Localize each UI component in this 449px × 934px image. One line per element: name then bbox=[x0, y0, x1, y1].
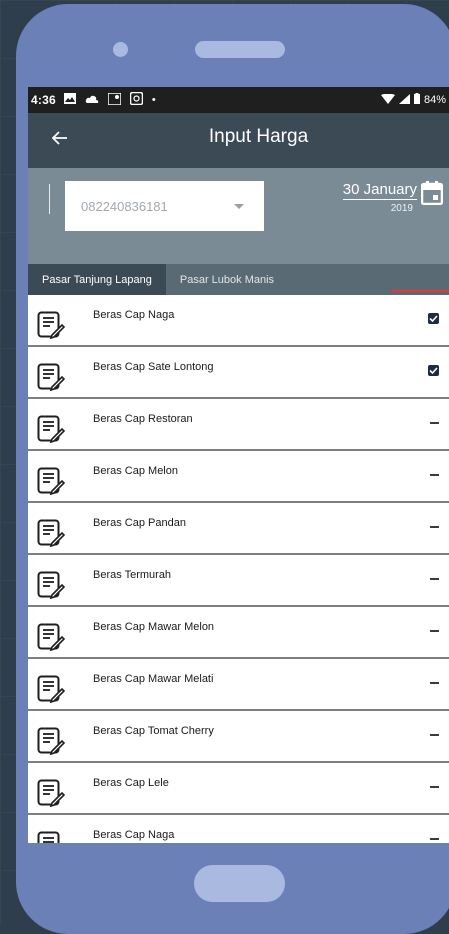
item-label: Beras Cap Melon bbox=[93, 465, 178, 477]
item-label: Beras Cap Naga bbox=[93, 829, 175, 841]
edit-document-icon bbox=[37, 779, 66, 808]
cloud-icon bbox=[85, 94, 99, 107]
location-icon bbox=[107, 91, 122, 108]
list-item[interactable]: Beras Cap Pandan bbox=[28, 505, 449, 555]
minus-icon[interactable] bbox=[430, 578, 439, 580]
list-item[interactable]: Beras Cap Mawar Melon bbox=[28, 609, 449, 659]
list-item[interactable]: Beras Cap Naga bbox=[28, 297, 449, 347]
app-bar: Input Harga bbox=[28, 113, 449, 168]
list-item[interactable]: Beras Cap Naga bbox=[28, 817, 449, 843]
edit-document-icon bbox=[37, 623, 66, 652]
minus-icon[interactable] bbox=[430, 838, 439, 840]
item-label: Beras Termurah bbox=[93, 569, 172, 581]
checkbox-checked-icon[interactable] bbox=[428, 365, 439, 376]
item-label: Beras Cap Mawar Melon bbox=[93, 621, 215, 633]
home-button[interactable] bbox=[194, 865, 285, 902]
calendar-icon[interactable] bbox=[420, 181, 444, 206]
status-time: 4:36 bbox=[31, 93, 56, 107]
speaker-grille bbox=[195, 41, 285, 58]
list-item[interactable]: Beras Cap Lele bbox=[28, 765, 449, 815]
item-label: Beras Cap Mawar Melati bbox=[93, 673, 214, 685]
list-item[interactable]: Beras Cap Tomat Cherry bbox=[28, 713, 449, 763]
edit-document-icon bbox=[37, 675, 66, 704]
date-year: 2019 bbox=[390, 203, 413, 214]
edit-document-icon bbox=[37, 467, 66, 496]
edit-document-icon bbox=[37, 831, 65, 843]
item-label: Beras Cap Naga bbox=[93, 309, 175, 321]
filter-bar: 082240836181 30 January 2019 bbox=[28, 168, 449, 264]
signal-icon bbox=[398, 93, 410, 107]
item-label: Beras Cap Restoran bbox=[93, 413, 193, 425]
minus-icon[interactable] bbox=[430, 474, 439, 476]
wifi-icon bbox=[380, 93, 395, 107]
image-icon bbox=[63, 93, 76, 107]
edit-document-icon bbox=[37, 311, 66, 340]
edit-document-icon bbox=[37, 571, 66, 600]
divider bbox=[49, 184, 50, 214]
list-item[interactable]: Beras Cap Sate Lontong bbox=[28, 349, 449, 399]
battery-icon bbox=[413, 93, 420, 107]
market-tabs: Pasar Tanjung Lapang Pasar Lubok Manis bbox=[28, 264, 449, 295]
item-label: Beras Cap Tomat Cherry bbox=[93, 725, 214, 737]
chevron-down-icon bbox=[234, 203, 244, 209]
tab-pasar-lubok-manis[interactable]: Pasar Lubok Manis bbox=[166, 264, 288, 295]
phone-number-select[interactable]: 082240836181 bbox=[65, 181, 264, 231]
item-label: Beras Cap Sate Lontong bbox=[93, 361, 214, 373]
item-label: Beras Cap Pandan bbox=[93, 517, 186, 529]
list-item[interactable]: Beras Cap Restoran bbox=[28, 401, 449, 451]
edit-document-icon bbox=[37, 519, 66, 548]
minus-icon[interactable] bbox=[430, 734, 439, 736]
minus-icon[interactable] bbox=[430, 526, 439, 528]
minus-icon[interactable] bbox=[430, 422, 439, 424]
phone-screen: 4:36 • 84% Input Harga 082240836181 30 J… bbox=[28, 87, 449, 843]
phone-number-value: 082240836181 bbox=[81, 198, 168, 214]
status-bar: 4:36 • 84% bbox=[28, 87, 449, 113]
tab-pasar-tanjung-lapang[interactable]: Pasar Tanjung Lapang bbox=[28, 264, 166, 295]
item-label: Beras Cap Lele bbox=[93, 777, 169, 789]
front-camera bbox=[113, 42, 128, 57]
list-item[interactable]: Beras Cap Mawar Melati bbox=[28, 661, 449, 711]
list-item[interactable]: Beras Termurah bbox=[28, 557, 449, 607]
edit-document-icon bbox=[37, 363, 66, 392]
checkbox-checked-icon[interactable] bbox=[428, 313, 439, 324]
date-day-month: 30 January bbox=[342, 181, 417, 200]
minus-icon[interactable] bbox=[430, 786, 439, 788]
list-item[interactable]: Beras Cap Melon bbox=[28, 453, 449, 503]
edit-document-icon bbox=[37, 727, 66, 756]
edit-document-icon bbox=[37, 415, 66, 444]
notification-dot-icon: • bbox=[151, 94, 156, 106]
date-picker[interactable]: 30 January 2019 bbox=[342, 181, 417, 214]
media-icon bbox=[129, 91, 144, 108]
battery-percent: 84% bbox=[423, 94, 446, 106]
tab-indicator bbox=[391, 290, 449, 292]
item-list: Beras Cap Naga Beras Cap Sate Lontong Bera… bbox=[28, 297, 449, 843]
minus-icon[interactable] bbox=[430, 682, 439, 684]
minus-icon[interactable] bbox=[430, 630, 439, 632]
page-title: Input Harga bbox=[208, 126, 309, 147]
